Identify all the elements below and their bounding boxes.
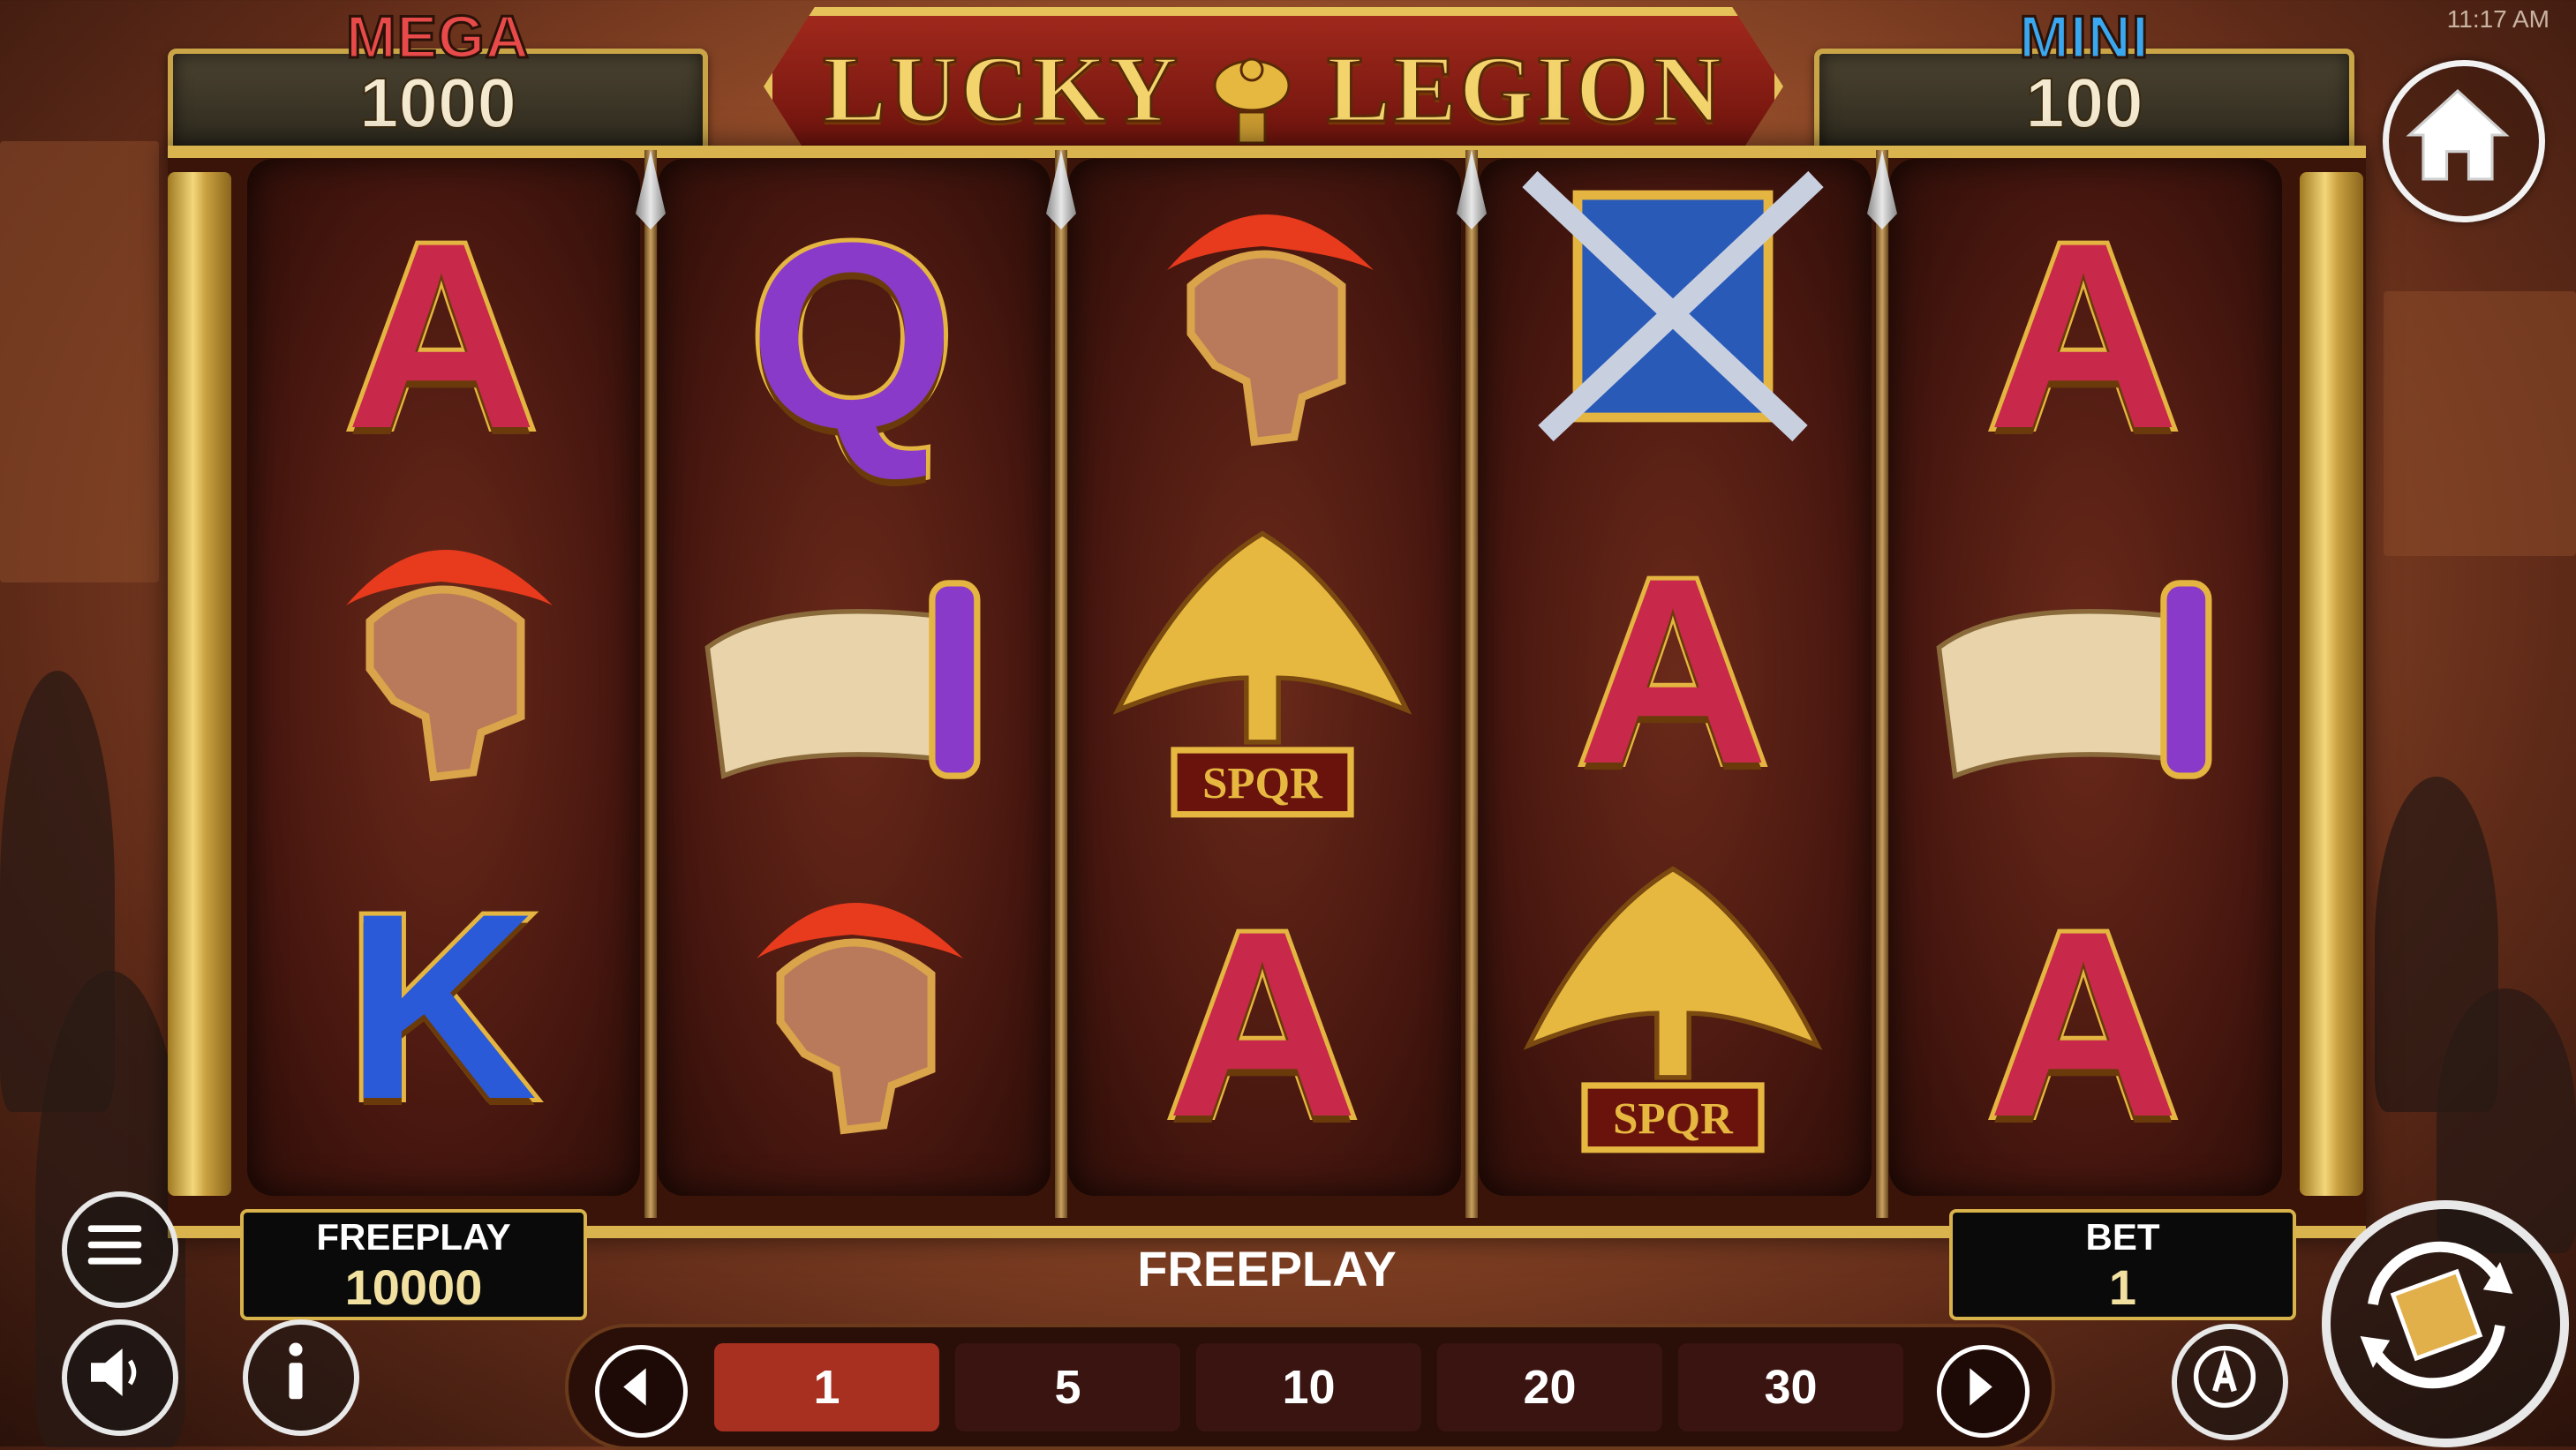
mega-jackpot: MEGA 1000 [168, 3, 708, 156]
city-right [2384, 291, 2576, 556]
hamburger-menu-icon [87, 1225, 142, 1265]
home-icon [2406, 88, 2510, 181]
symbol-a: A [265, 177, 618, 494]
letter-q: Q [744, 187, 959, 484]
mini-value: 100 [2024, 63, 2143, 143]
bet-option-20[interactable]: 20 [1437, 1343, 1662, 1431]
scroll-icon [704, 580, 981, 779]
symbol-eagle: SPQR [1496, 838, 1849, 1156]
bet-option-30[interactable]: 30 [1678, 1343, 1903, 1431]
bet-option-1[interactable]: 1 [714, 1343, 939, 1431]
mini-jackpot: MINI 100 [1814, 3, 2354, 156]
spear-divider-4 [1876, 150, 1888, 1218]
status-message: FREEPLAY [1137, 1241, 1397, 1296]
symbol-eagle: SPQR [1086, 503, 1439, 821]
menu-button[interactable] [62, 1191, 178, 1308]
symbol-helmet [265, 494, 618, 812]
spear-divider-1 [644, 150, 657, 1218]
game-title-banner: LUCKY LEGION [764, 7, 1783, 166]
symbol-helmet [1086, 159, 1439, 477]
symbol-a: A [1086, 865, 1439, 1183]
sound-button[interactable] [62, 1319, 178, 1436]
game-title: LUCKY LEGION [772, 35, 1774, 147]
spqr-text: SPQR [1613, 1095, 1734, 1145]
symbol-a: A [1907, 865, 2260, 1183]
bet-panel: BET 1 [1949, 1209, 2296, 1320]
helmet-icon [1167, 214, 1374, 447]
autoplay-button[interactable] [2172, 1324, 2288, 1440]
eagle-icon: SPQR [1112, 530, 1412, 818]
bet-option-10[interactable]: 10 [1196, 1343, 1421, 1431]
title-left: LUCKY [821, 36, 1177, 144]
helmet-icon [346, 550, 553, 782]
spear-divider-2 [1055, 150, 1067, 1218]
spin-button[interactable] [2322, 1200, 2569, 1447]
mega-value: 1000 [358, 63, 517, 143]
letter-a: A [342, 187, 542, 484]
bet-label: BET [2085, 1216, 2160, 1258]
symbol-scroll [675, 521, 1028, 838]
symbol-swords [1496, 163, 1849, 481]
crossed-swords-icon [1522, 170, 1824, 442]
letter-a: A [1573, 522, 1774, 819]
letter-a: A [1163, 875, 1363, 1172]
freeplay-balance-panel: FREEPLAY 10000 [240, 1209, 587, 1320]
chevron-left-icon [623, 1368, 646, 1406]
autoplay-icon [2193, 1345, 2256, 1409]
bet-next-button[interactable] [1937, 1345, 2030, 1438]
symbol-helmet [675, 847, 1028, 1165]
chevron-right-icon [1970, 1368, 1992, 1406]
eagle-emblem-icon [1213, 57, 1291, 145]
freeplay-balance-value: 10000 [344, 1259, 483, 1315]
mega-label: MEGA [345, 3, 531, 72]
status-time: 11:17 AM [2446, 5, 2550, 33]
eagle-icon: SPQR [1523, 866, 1823, 1153]
bet-option-5[interactable]: 5 [955, 1343, 1180, 1431]
symbol-a: A [1907, 177, 2260, 494]
mini-label: MINI [2018, 3, 2150, 72]
letter-k: K [342, 858, 542, 1154]
symbol-scroll [1907, 521, 2260, 838]
bet-value: 1 [2108, 1259, 2137, 1315]
helmet-icon [757, 903, 963, 1135]
info-button[interactable] [243, 1319, 359, 1436]
letter-a: A [1984, 875, 2184, 1172]
ruins-left [0, 141, 159, 582]
spin-icon [2360, 1241, 2513, 1389]
symbol-a: A [1496, 512, 1849, 830]
letter-a: A [1984, 187, 2184, 484]
bet-selector: 1 5 10 20 30 [565, 1324, 2055, 1450]
freeplay-balance-label: FREEPLAY [316, 1216, 511, 1258]
bet-prev-button[interactable] [595, 1345, 688, 1438]
spear-divider-3 [1465, 150, 1478, 1218]
scroll-icon [1936, 580, 2212, 779]
pillar-right [2300, 172, 2363, 1196]
symbol-q: Q [675, 177, 1028, 494]
home-button[interactable] [2383, 60, 2545, 222]
pillar-left [168, 172, 231, 1196]
speaker-icon [91, 1349, 137, 1396]
spqr-text: SPQR [1202, 760, 1323, 809]
symbol-k: K [265, 847, 618, 1165]
title-right: LEGION [1325, 36, 1725, 144]
info-icon [289, 1342, 303, 1400]
